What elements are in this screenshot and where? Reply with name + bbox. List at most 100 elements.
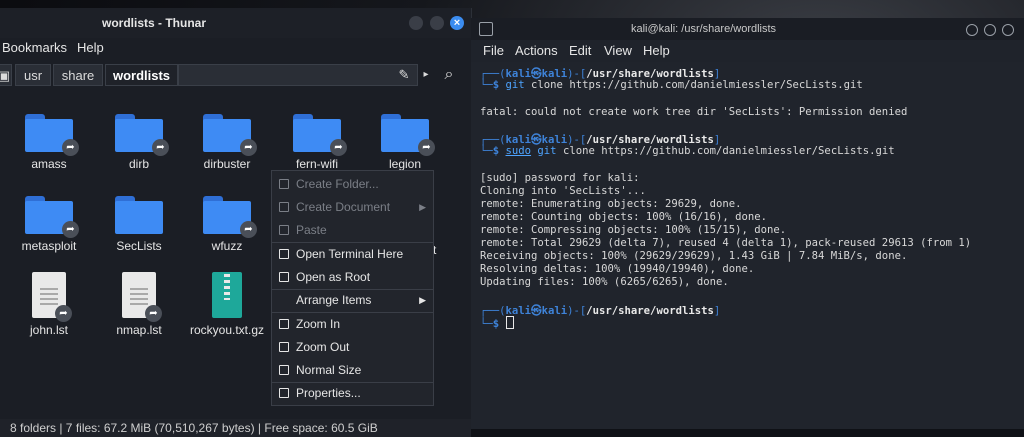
folder-icon: ➦ [115, 114, 169, 156]
menu-bookmarks[interactable]: Bookmarks [2, 40, 67, 55]
minimize-button[interactable] [409, 16, 423, 30]
item-label: dirbuster [203, 157, 251, 171]
terminal-window[interactable]: kali@kali: /usr/share/wordlists File Act… [471, 18, 1024, 429]
folder-icon: ➦ [381, 114, 435, 156]
folder-icon: ➦ [25, 114, 79, 156]
symlink-badge-icon: ➦ [240, 139, 257, 156]
item-label: legion [388, 157, 422, 171]
item-label: amass [31, 157, 67, 171]
output-line: [sudo] password for kali: [480, 172, 640, 184]
menu-item-properties[interactable]: Properties... [272, 382, 433, 405]
menu-edit[interactable]: Edit [569, 43, 591, 58]
command-line[interactable]: └─$ [480, 316, 514, 330]
zoom-in-icon [279, 319, 289, 329]
folder-item-dirb[interactable]: ➦ dirb [94, 114, 184, 171]
context-menu: Create Folder... Create Document ▶ Paste … [271, 170, 434, 406]
archive-file-icon [212, 272, 242, 318]
folder-add-icon [279, 179, 289, 189]
symlink-badge-icon: ➦ [62, 221, 79, 238]
maximize-button[interactable] [984, 24, 996, 36]
symlink-badge-icon: ➦ [62, 139, 79, 156]
menu-actions[interactable]: Actions [515, 43, 558, 58]
prompt-line: ┌──(kali㉿kali)-[/usr/share/wordlists] [480, 305, 721, 317]
close-button[interactable]: × [450, 16, 464, 30]
folder-item-wfuzz[interactable]: ➦ wfuzz [182, 196, 272, 253]
output-line: Cloning into 'SecLists'... [480, 185, 646, 197]
output-line: Resolving deltas: 100% (19940/19940), do… [480, 263, 755, 275]
path-toggle-icon[interactable]: ▣ [0, 64, 12, 86]
output-line: remote: Enumerating objects: 29629, done… [480, 198, 742, 210]
path-forward-arrow-icon[interactable]: ▸ [418, 64, 434, 86]
menu-help[interactable]: Help [643, 43, 670, 58]
item-label: SecLists [116, 239, 162, 253]
symlink-badge-icon: ➦ [55, 305, 72, 322]
folder-item-metasploit[interactable]: ➦ metasploit [4, 196, 94, 253]
zoom-normal-icon [279, 365, 289, 375]
menu-item-paste[interactable]: Paste [272, 219, 433, 242]
folder-item-legion[interactable]: ➦ legion [360, 114, 450, 171]
folder-item-dirbuster[interactable]: ➦ dirbuster [182, 114, 272, 171]
symlink-badge-icon: ➦ [152, 139, 169, 156]
terminal-title: kali@kali: /usr/share/wordlists [631, 23, 777, 35]
menu-item-open-terminal-here[interactable]: Open Terminal Here [272, 243, 433, 266]
edit-path-icon[interactable]: ✎ [392, 64, 416, 86]
close-button[interactable] [1002, 24, 1014, 36]
submenu-arrow-icon: ▶ [419, 295, 426, 305]
minimize-button[interactable] [966, 24, 978, 36]
properties-icon [279, 388, 289, 398]
folder-item-amass[interactable]: ➦ amass [4, 114, 94, 171]
file-item-john-lst[interactable]: ➦ john.lst [4, 272, 94, 337]
menu-file[interactable]: File [483, 43, 504, 58]
paste-icon [279, 225, 289, 235]
maximize-button[interactable] [430, 16, 444, 30]
terminal-titlebar[interactable]: kali@kali: /usr/share/wordlists [471, 18, 1024, 40]
item-label: nmap.lst [116, 323, 162, 337]
text-cursor [505, 316, 514, 329]
breadcrumb-wordlists[interactable]: wordlists [105, 64, 178, 86]
menu-item-open-as-root[interactable]: Open as Root [272, 266, 433, 289]
terminal-icon [279, 249, 289, 259]
command-line: └─$ git clone https://github.com/danielm… [480, 79, 863, 91]
symlink-badge-icon: ➦ [330, 139, 347, 156]
symlink-badge-icon: ➦ [418, 139, 435, 156]
output-line: remote: Compressing objects: 100% (15/15… [480, 224, 787, 236]
text-file-icon: ➦ [32, 272, 72, 322]
folder-item-seclists[interactable]: SecLists [94, 196, 184, 253]
item-label: fern-wifi [295, 157, 338, 171]
menu-item-zoom-in[interactable]: Zoom In [272, 313, 433, 336]
zoom-out-icon [279, 342, 289, 352]
item-label: wfuzz [211, 239, 243, 253]
folder-icon: ➦ [203, 196, 257, 238]
folder-item-fern-wifi[interactable]: ➦ fern-wifi [272, 114, 362, 171]
document-add-icon [279, 202, 289, 212]
thunar-menubar: Bookmarks Help [0, 38, 471, 58]
folder-icon [115, 196, 163, 234]
folder-open-icon [279, 272, 289, 282]
item-label: john.lst [29, 323, 69, 337]
file-item-nmap-lst[interactable]: ➦ nmap.lst [94, 272, 184, 337]
breadcrumb-share[interactable]: share [53, 64, 103, 86]
thunar-titlebar[interactable]: wordlists - Thunar × [0, 8, 471, 38]
breadcrumb-usr[interactable]: usr [15, 64, 51, 86]
search-icon[interactable]: ⌕ [436, 64, 462, 86]
terminal-output[interactable]: ┌──(kali㉿kali)-[/usr/share/wordlists] └─… [471, 62, 1024, 429]
menu-item-arrange-items[interactable]: Arrange Items ▶ [272, 289, 433, 312]
menu-help[interactable]: Help [77, 40, 104, 55]
output-line: remote: Total 29629 (delta 7), reused 4 … [480, 237, 972, 249]
terminal-app-icon [479, 22, 493, 36]
menu-item-create-folder[interactable]: Create Folder... [272, 173, 433, 196]
folder-icon: ➦ [293, 114, 347, 156]
terminal-menubar: File Actions Edit View Help [471, 40, 1024, 62]
output-line: Updating files: 100% (6265/6265), done. [480, 276, 729, 288]
menu-item-create-document[interactable]: Create Document ▶ [272, 196, 433, 219]
menu-item-zoom-out[interactable]: Zoom Out [272, 336, 433, 359]
output-line: remote: Counting objects: 100% (16/16), … [480, 211, 768, 223]
menu-view[interactable]: View [604, 43, 632, 58]
menu-item-normal-size[interactable]: Normal Size [272, 359, 433, 382]
folder-icon: ➦ [203, 114, 257, 156]
symlink-badge-icon: ➦ [240, 221, 257, 238]
file-item-rockyou-txt-gz[interactable]: rockyou.txt.gz [182, 272, 272, 337]
command-line: └─$ sudo git clone https://github.com/da… [480, 145, 895, 157]
error-line: fatal: could not create work tree dir 'S… [480, 106, 908, 118]
symlink-badge-icon: ➦ [145, 305, 162, 322]
